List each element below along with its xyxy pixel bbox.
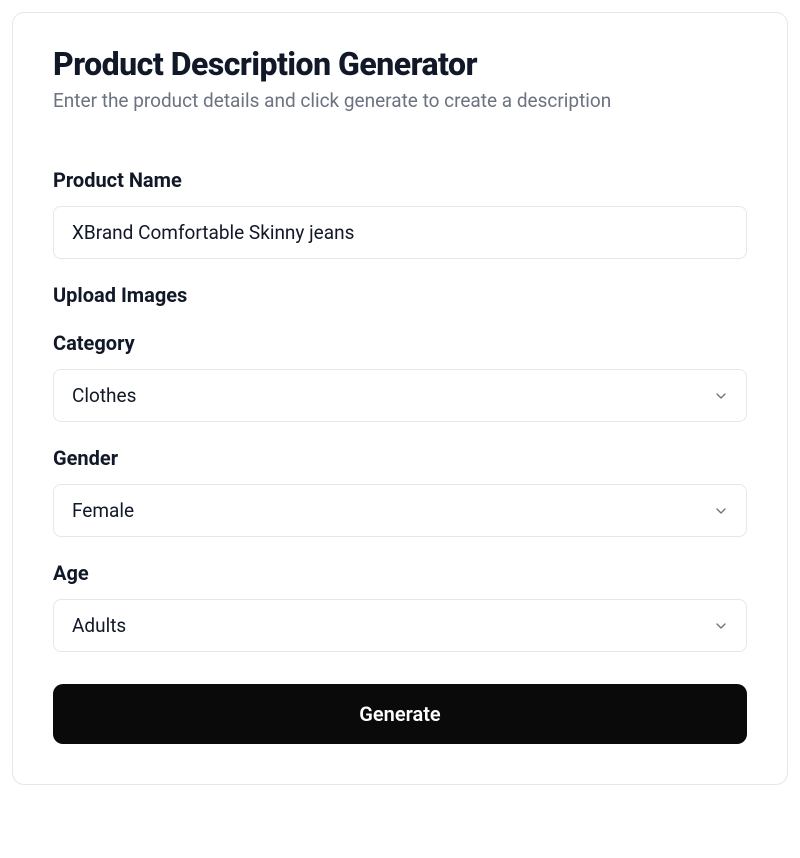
category-label: Category: [53, 331, 747, 355]
page-title: Product Description Generator: [53, 45, 747, 83]
page-subtitle: Enter the product details and click gene…: [53, 89, 747, 112]
age-group: Age Adults: [53, 561, 747, 652]
age-select-wrapper: Adults: [53, 599, 747, 652]
age-select[interactable]: Adults: [53, 599, 747, 652]
product-name-input[interactable]: [53, 206, 747, 259]
category-select-wrapper: Clothes: [53, 369, 747, 422]
age-label: Age: [53, 561, 747, 585]
generate-button[interactable]: Generate: [53, 684, 747, 744]
gender-label: Gender: [53, 446, 747, 470]
product-name-label: Product Name: [53, 168, 747, 192]
gender-select-wrapper: Female: [53, 484, 747, 537]
category-select[interactable]: Clothes: [53, 369, 747, 422]
gender-group: Gender Female: [53, 446, 747, 537]
product-name-group: Product Name: [53, 168, 747, 259]
gender-select[interactable]: Female: [53, 484, 747, 537]
upload-images-label: Upload Images: [53, 283, 747, 307]
generator-card: Product Description Generator Enter the …: [12, 12, 788, 785]
upload-images-group: Upload Images: [53, 283, 747, 307]
category-group: Category Clothes: [53, 331, 747, 422]
